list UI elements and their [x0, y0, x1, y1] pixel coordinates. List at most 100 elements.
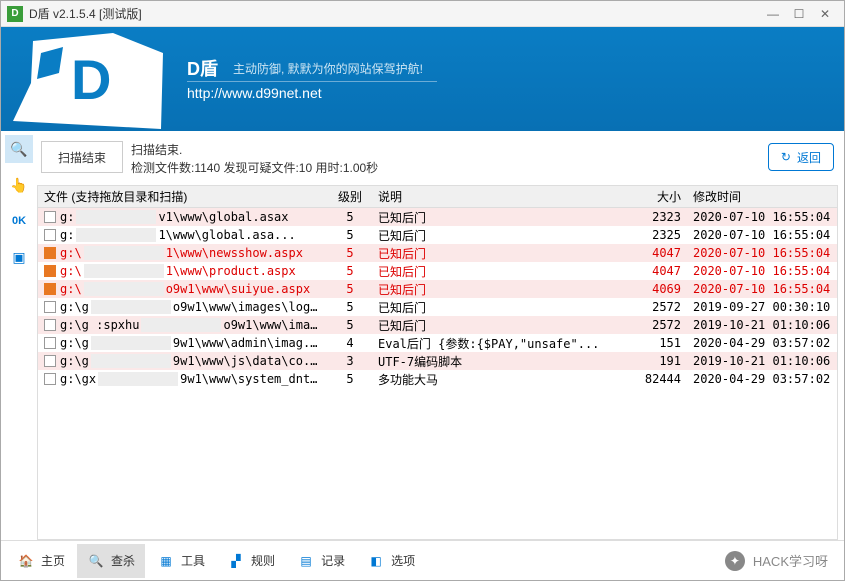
col-level[interactable]: 级别 [328, 188, 372, 205]
cell-size: 2572 [631, 300, 687, 314]
cell-size: 2323 [631, 210, 687, 224]
cell-time: 2020-07-10 16:55:04 [687, 264, 837, 278]
cell-desc: UTF-7编码脚本 [372, 353, 631, 370]
ok-icon[interactable]: 0K [5, 207, 33, 235]
file-icon [44, 283, 56, 295]
wechat-icon: ✦ [725, 551, 745, 571]
redacted-block [76, 210, 156, 224]
cell-level: 4 [328, 336, 372, 350]
results-table: 文件 (支持拖放目录和扫描) 级别 说明 大小 修改时间 g: v1\www\gl… [37, 185, 838, 540]
redacted-block [84, 264, 164, 278]
file-icon [44, 301, 56, 313]
table-row[interactable]: g:\g9w1\www\admin\imag...4Eval后门 {参数:{$P… [38, 334, 837, 352]
col-desc[interactable]: 说明 [372, 188, 631, 205]
col-file[interactable]: 文件 (支持拖放目录和扫描) [38, 188, 328, 205]
table-row[interactable]: g:\g :spxhuo9w1\www\images\mys...5已知后门25… [38, 316, 837, 334]
tab-label: 规则 [251, 552, 275, 569]
tab-home[interactable]: 🏠 主页 [7, 544, 75, 578]
minimize-button[interactable]: — [760, 4, 786, 24]
search-icon: 🔍 [87, 552, 105, 570]
cell-level: 5 [328, 282, 372, 296]
file-icon [44, 373, 56, 385]
app-header: D D盾 主动防御, 默默为你的网站保驾护航! http://www.d99ne… [1, 27, 844, 131]
square-icon[interactable]: ▣ [5, 243, 33, 271]
tab-options[interactable]: ◧ 选项 [357, 544, 425, 578]
tab-label: 选项 [391, 552, 415, 569]
list-icon: ▤ [297, 552, 315, 570]
cell-size: 4069 [631, 282, 687, 296]
cell-desc: 已知后门 [372, 245, 631, 262]
table-row[interactable]: g:\1\www\product.aspx5已知后门40472020-07-10… [38, 262, 837, 280]
close-button[interactable]: ✕ [812, 4, 838, 24]
window-title: D盾 v2.1.5.4 [测试版] [29, 5, 760, 22]
redacted-block [91, 336, 171, 350]
body-area: 🔍 👆 0K ▣ 扫描结束 扫描结束. 检测文件数:1140 发现可疑文件:10 用时… [1, 131, 844, 540]
cell-time: 2019-09-27 00:30:10 [687, 300, 837, 314]
tab-rules[interactable]: ▞规则 [217, 544, 285, 578]
path-suffix: 9w1\www\system_dnt... [180, 372, 322, 386]
cell-desc: 已知后门 [372, 227, 631, 244]
cell-desc: 多功能大马 [372, 371, 631, 388]
bottom-tabs: 🏠 主页 🔍查杀▦工具▞规则 ▤ 记录 ◧ 选项 ✦ HACK学习呀 [1, 540, 844, 580]
cell-time: 2020-07-10 16:55:04 [687, 282, 837, 296]
cell-time: 2020-07-10 16:55:04 [687, 210, 837, 224]
file-icon [44, 355, 56, 367]
back-arrow-icon: ↻ [781, 150, 791, 164]
path-prefix: g:\ [60, 246, 82, 260]
path-prefix: g:\ [60, 264, 82, 278]
tab-log[interactable]: ▤ 记录 [287, 544, 355, 578]
table-row[interactable]: g:\g9w1\www\js\data\co...3UTF-7编码脚本19120… [38, 352, 837, 370]
cell-time: 2020-04-29 03:57:02 [687, 372, 837, 386]
header-url: http://www.d99net.net [187, 85, 322, 104]
cell-size: 2325 [631, 228, 687, 242]
back-button[interactable]: ↻ 返回 [768, 143, 834, 171]
file-icon [44, 265, 56, 277]
home-icon: 🏠 [17, 552, 35, 570]
table-row[interactable]: g:\gx9w1\www\system_dnt...5多功能大马82444202… [38, 370, 837, 388]
path-suffix: 9w1\www\admin\imag... [173, 336, 322, 350]
path-suffix: o9w1\www\images\mys... [223, 318, 322, 332]
titlebar: D D盾 v2.1.5.4 [测试版] — ☐ ✕ [1, 1, 844, 27]
col-time[interactable]: 修改时间 [687, 188, 837, 205]
file-icon [44, 229, 56, 241]
cell-level: 5 [328, 372, 372, 386]
table-row[interactable]: g:v1\www\global.asax5已知后门23232020-07-10 … [38, 208, 837, 226]
back-label: 返回 [797, 149, 821, 166]
maximize-button[interactable]: ☐ [786, 4, 812, 24]
tab-scan[interactable]: 🔍查杀 [77, 544, 145, 578]
table-row[interactable]: g:\o9w1\www\suiyue.aspx5已知后门40692020-07-… [38, 280, 837, 298]
table-row[interactable]: g:\1\www\newsshow.aspx5已知后门40472020-07-1… [38, 244, 837, 262]
path-suffix: o9w1\www\suiyue.aspx [166, 282, 322, 296]
main-panel: 扫描结束 扫描结束. 检测文件数:1140 发现可疑文件:10 用时:1.00秒… [37, 131, 844, 540]
cell-size: 2572 [631, 318, 687, 332]
path-prefix: g:\ [60, 282, 82, 296]
status-text: 扫描结束. 检测文件数:1140 发现可疑文件:10 用时:1.00秒 [131, 141, 760, 177]
cell-level: 5 [328, 210, 372, 224]
tab-label: 主页 [41, 552, 65, 569]
hand-icon[interactable]: 👆 [5, 171, 33, 199]
redacted-block [91, 354, 171, 368]
cell-time: 2020-07-10 16:55:04 [687, 246, 837, 260]
cell-size: 4047 [631, 246, 687, 260]
tab-label: 记录 [321, 552, 345, 569]
path-prefix: g: [60, 228, 74, 242]
options-icon: ◧ [367, 552, 385, 570]
cell-size: 151 [631, 336, 687, 350]
cell-level: 5 [328, 228, 372, 242]
header-divider [187, 81, 437, 82]
table-body[interactable]: g:v1\www\global.asax5已知后门23232020-07-10 … [38, 208, 837, 539]
tab-tools[interactable]: ▦工具 [147, 544, 215, 578]
table-row[interactable]: g:\go9w1\www\images\log...5已知后门25722019-… [38, 298, 837, 316]
status-line1: 扫描结束. [131, 141, 760, 159]
scan-end-button[interactable]: 扫描结束 [41, 141, 123, 173]
status-line2: 检测文件数:1140 发现可疑文件:10 用时:1.00秒 [131, 159, 760, 177]
redacted-block [98, 372, 178, 386]
search-icon[interactable]: 🔍 [5, 135, 33, 163]
redacted-block [91, 300, 171, 314]
watermark-text: HACK学习呀 [753, 551, 828, 570]
cell-time: 2019-10-21 01:10:06 [687, 354, 837, 368]
col-size[interactable]: 大小 [631, 188, 687, 205]
table-header: 文件 (支持拖放目录和扫描) 级别 说明 大小 修改时间 [38, 186, 837, 208]
path-suffix: v1\www\global.asax [158, 210, 322, 224]
table-row[interactable]: g:1\www\global.asa...5已知后门23252020-07-10… [38, 226, 837, 244]
